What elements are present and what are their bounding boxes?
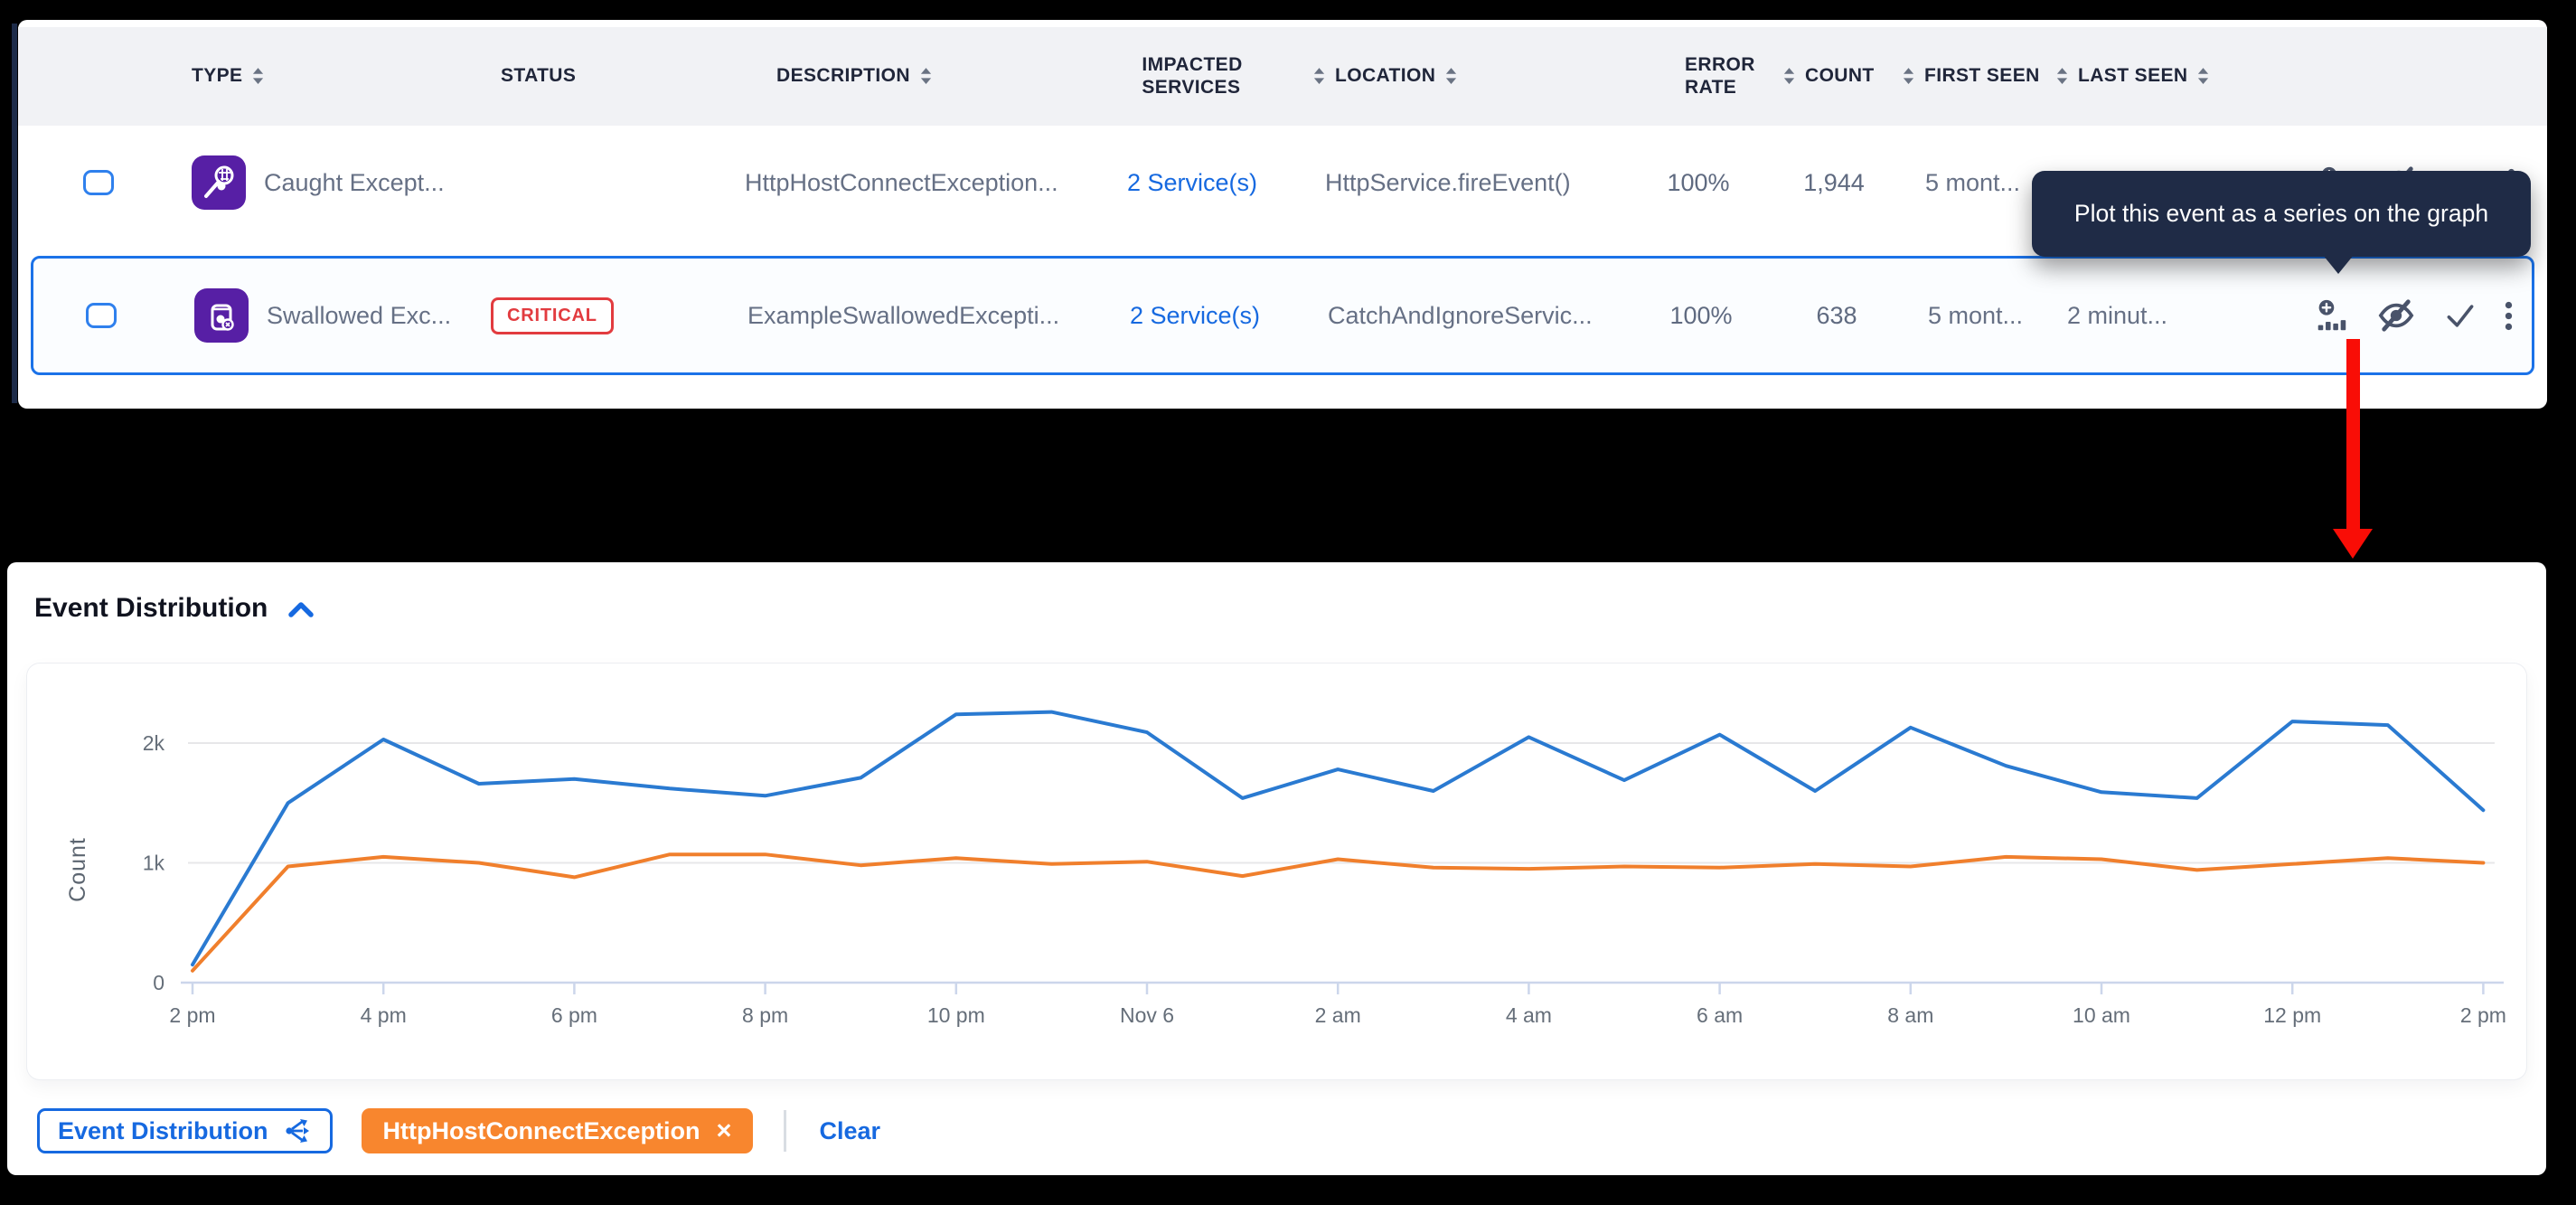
svg-text:2 pm: 2 pm — [2460, 1003, 2506, 1027]
svg-text:12 pm: 12 pm — [2263, 1003, 2321, 1027]
chips-divider — [784, 1110, 786, 1152]
col-header-last-seen[interactable]: LAST SEEN — [2055, 65, 2236, 88]
sort-icon[interactable] — [2055, 67, 2069, 86]
cell-type-label: Caught Except... — [264, 169, 445, 197]
plot-event-tooltip-text: Plot this event as a series on the graph — [2074, 200, 2488, 228]
svg-text:6 pm: 6 pm — [551, 1003, 597, 1027]
col-header-description[interactable]: DESCRIPTION — [727, 65, 1106, 88]
svg-text:4 pm: 4 pm — [361, 1003, 407, 1027]
cell-first-seen: 5 mont... — [1904, 302, 2058, 330]
close-icon[interactable]: × — [717, 1118, 732, 1144]
event-distribution-chart: 0 1k 2k 2 pm 4 pm 6 pm 8 pm 10 pm Nov 6 2 am 4 am 6… — [27, 664, 2526, 1079]
check-icon[interactable] — [2444, 299, 2477, 332]
share-branch-icon — [285, 1117, 312, 1144]
sort-icon[interactable] — [919, 67, 933, 86]
chevron-up-icon[interactable] — [287, 601, 315, 619]
table-header-row: TYPE STATUS DESCRIPTION IMPACTED SERVICE… — [18, 27, 2547, 126]
col-header-error-rate-label: ERROR RATE — [1685, 54, 1755, 99]
cell-type-label: Swallowed Exc... — [267, 302, 451, 330]
col-header-status-label: STATUS — [501, 65, 576, 88]
row-checkbox[interactable] — [83, 170, 114, 195]
impacted-services-link[interactable]: 2 Service(s) — [1106, 169, 1278, 197]
svg-text:2 am: 2 am — [1315, 1003, 1361, 1027]
row-checkbox[interactable] — [86, 303, 117, 328]
sort-icon[interactable] — [1782, 67, 1796, 86]
col-header-description-label: DESCRIPTION — [776, 65, 910, 88]
plot-event-tooltip: Plot this event as a series on the graph — [2032, 171, 2531, 257]
kebab-menu-icon[interactable] — [2504, 299, 2514, 333]
cell-description: ExampleSwallowedExcepti... — [729, 302, 1109, 330]
svg-text:8 pm: 8 pm — [742, 1003, 788, 1027]
impacted-services-link[interactable]: 2 Service(s) — [1109, 302, 1281, 330]
cell-count: 638 — [1769, 302, 1904, 330]
window-edge-stripe — [12, 24, 17, 403]
cell-location: CatchAndIgnoreServic... — [1281, 302, 1633, 330]
svg-text:10 pm: 10 pm — [927, 1003, 985, 1027]
svg-text:2 pm: 2 pm — [169, 1003, 215, 1027]
series-chip-label: HttpHostConnectException — [383, 1117, 700, 1145]
table-row-swallowed-exception[interactable]: Swallowed Exc... CRITICAL ExampleSwallow… — [31, 256, 2534, 375]
line-chart-canvas: 0 1k 2k 2 pm 4 pm 6 pm 8 pm 10 pm Nov 6 2 am 4 am 6… — [27, 664, 2526, 1079]
event-distribution-chip[interactable]: Event Distribution — [37, 1108, 333, 1153]
swallowed-exception-jar-icon — [194, 288, 249, 343]
cell-error-rate: 100% — [1631, 169, 1766, 197]
col-header-impacted-services-label: IMPACTED SERVICES — [1142, 54, 1242, 99]
svg-text:8 am: 8 am — [1887, 1003, 1933, 1027]
cell-description: HttpHostConnectException... — [727, 169, 1106, 197]
row-checkbox-cell — [33, 303, 169, 328]
col-header-last-seen-label: LAST SEEN — [2078, 65, 2187, 88]
col-header-type[interactable]: TYPE — [166, 65, 456, 88]
svg-text:0: 0 — [153, 971, 165, 994]
svg-text:4 am: 4 am — [1506, 1003, 1552, 1027]
red-annotation-arrow — [2333, 339, 2373, 559]
col-header-location-label: LOCATION — [1335, 65, 1435, 88]
col-header-type-label: TYPE — [192, 65, 242, 88]
panel-title: Event Distribution — [34, 593, 268, 624]
caught-exception-net-icon — [192, 155, 246, 210]
sort-icon[interactable] — [2196, 67, 2210, 86]
sort-icon[interactable] — [1444, 67, 1458, 86]
svg-text:10 am: 10 am — [2073, 1003, 2130, 1027]
svg-text:Nov 6: Nov 6 — [1120, 1003, 1174, 1027]
sort-icon[interactable] — [251, 67, 265, 86]
svg-text:2k: 2k — [143, 731, 165, 755]
col-header-count-label: COUNT — [1805, 65, 1875, 88]
cell-status: CRITICAL — [458, 297, 729, 334]
red-arrow-shaft — [2346, 339, 2360, 531]
sort-icon[interactable] — [1902, 67, 1915, 86]
col-header-count[interactable]: COUNT — [1766, 65, 1902, 88]
col-header-status[interactable]: STATUS — [456, 65, 727, 88]
cell-error-rate: 100% — [1633, 302, 1769, 330]
cell-type: Swallowed Exc... — [169, 288, 458, 343]
svg-text:Count: Count — [65, 837, 90, 902]
series-chips-row: Event Distribution HttpHostConnectExcept… — [37, 1108, 880, 1153]
sort-icon[interactable] — [1312, 67, 1326, 86]
row-checkbox-cell — [31, 170, 166, 195]
col-header-location[interactable]: LOCATION — [1278, 65, 1631, 88]
panel-header: Event Distribution — [7, 562, 2546, 624]
col-header-error-rate[interactable]: ERROR RATE — [1631, 54, 1766, 99]
event-distribution-chip-label: Event Distribution — [58, 1117, 268, 1145]
col-header-first-seen-label: FIRST SEEN — [1924, 65, 2040, 88]
row-actions — [2239, 298, 2532, 333]
cell-count: 1,944 — [1766, 169, 1902, 197]
svg-text:1k: 1k — [143, 852, 165, 875]
clear-series-button[interactable]: Clear — [819, 1117, 880, 1145]
critical-status-badge: CRITICAL — [491, 297, 614, 334]
plot-on-graph-icon[interactable] — [2315, 299, 2348, 333]
cell-last-seen: 2 minut... — [2058, 302, 2239, 330]
hide-eye-slash-icon[interactable] — [2375, 298, 2417, 333]
red-arrow-head — [2333, 529, 2373, 559]
event-distribution-panel: Event Distribution 0 1k 2k 2 pm 4 pm 6 pm 8 pm… — [7, 562, 2546, 1175]
screenshot-root: TYPE STATUS DESCRIPTION IMPACTED SERVICE… — [0, 0, 2576, 1205]
cell-type: Caught Except... — [166, 155, 456, 210]
col-header-first-seen[interactable]: FIRST SEEN — [1902, 65, 2055, 88]
svg-text:6 am: 6 am — [1697, 1003, 1743, 1027]
cell-location: HttpService.fireEvent() — [1278, 169, 1631, 197]
col-header-impacted-services[interactable]: IMPACTED SERVICES — [1106, 54, 1278, 99]
series-chip-httphostconnectexception[interactable]: HttpHostConnectException × — [362, 1108, 754, 1153]
